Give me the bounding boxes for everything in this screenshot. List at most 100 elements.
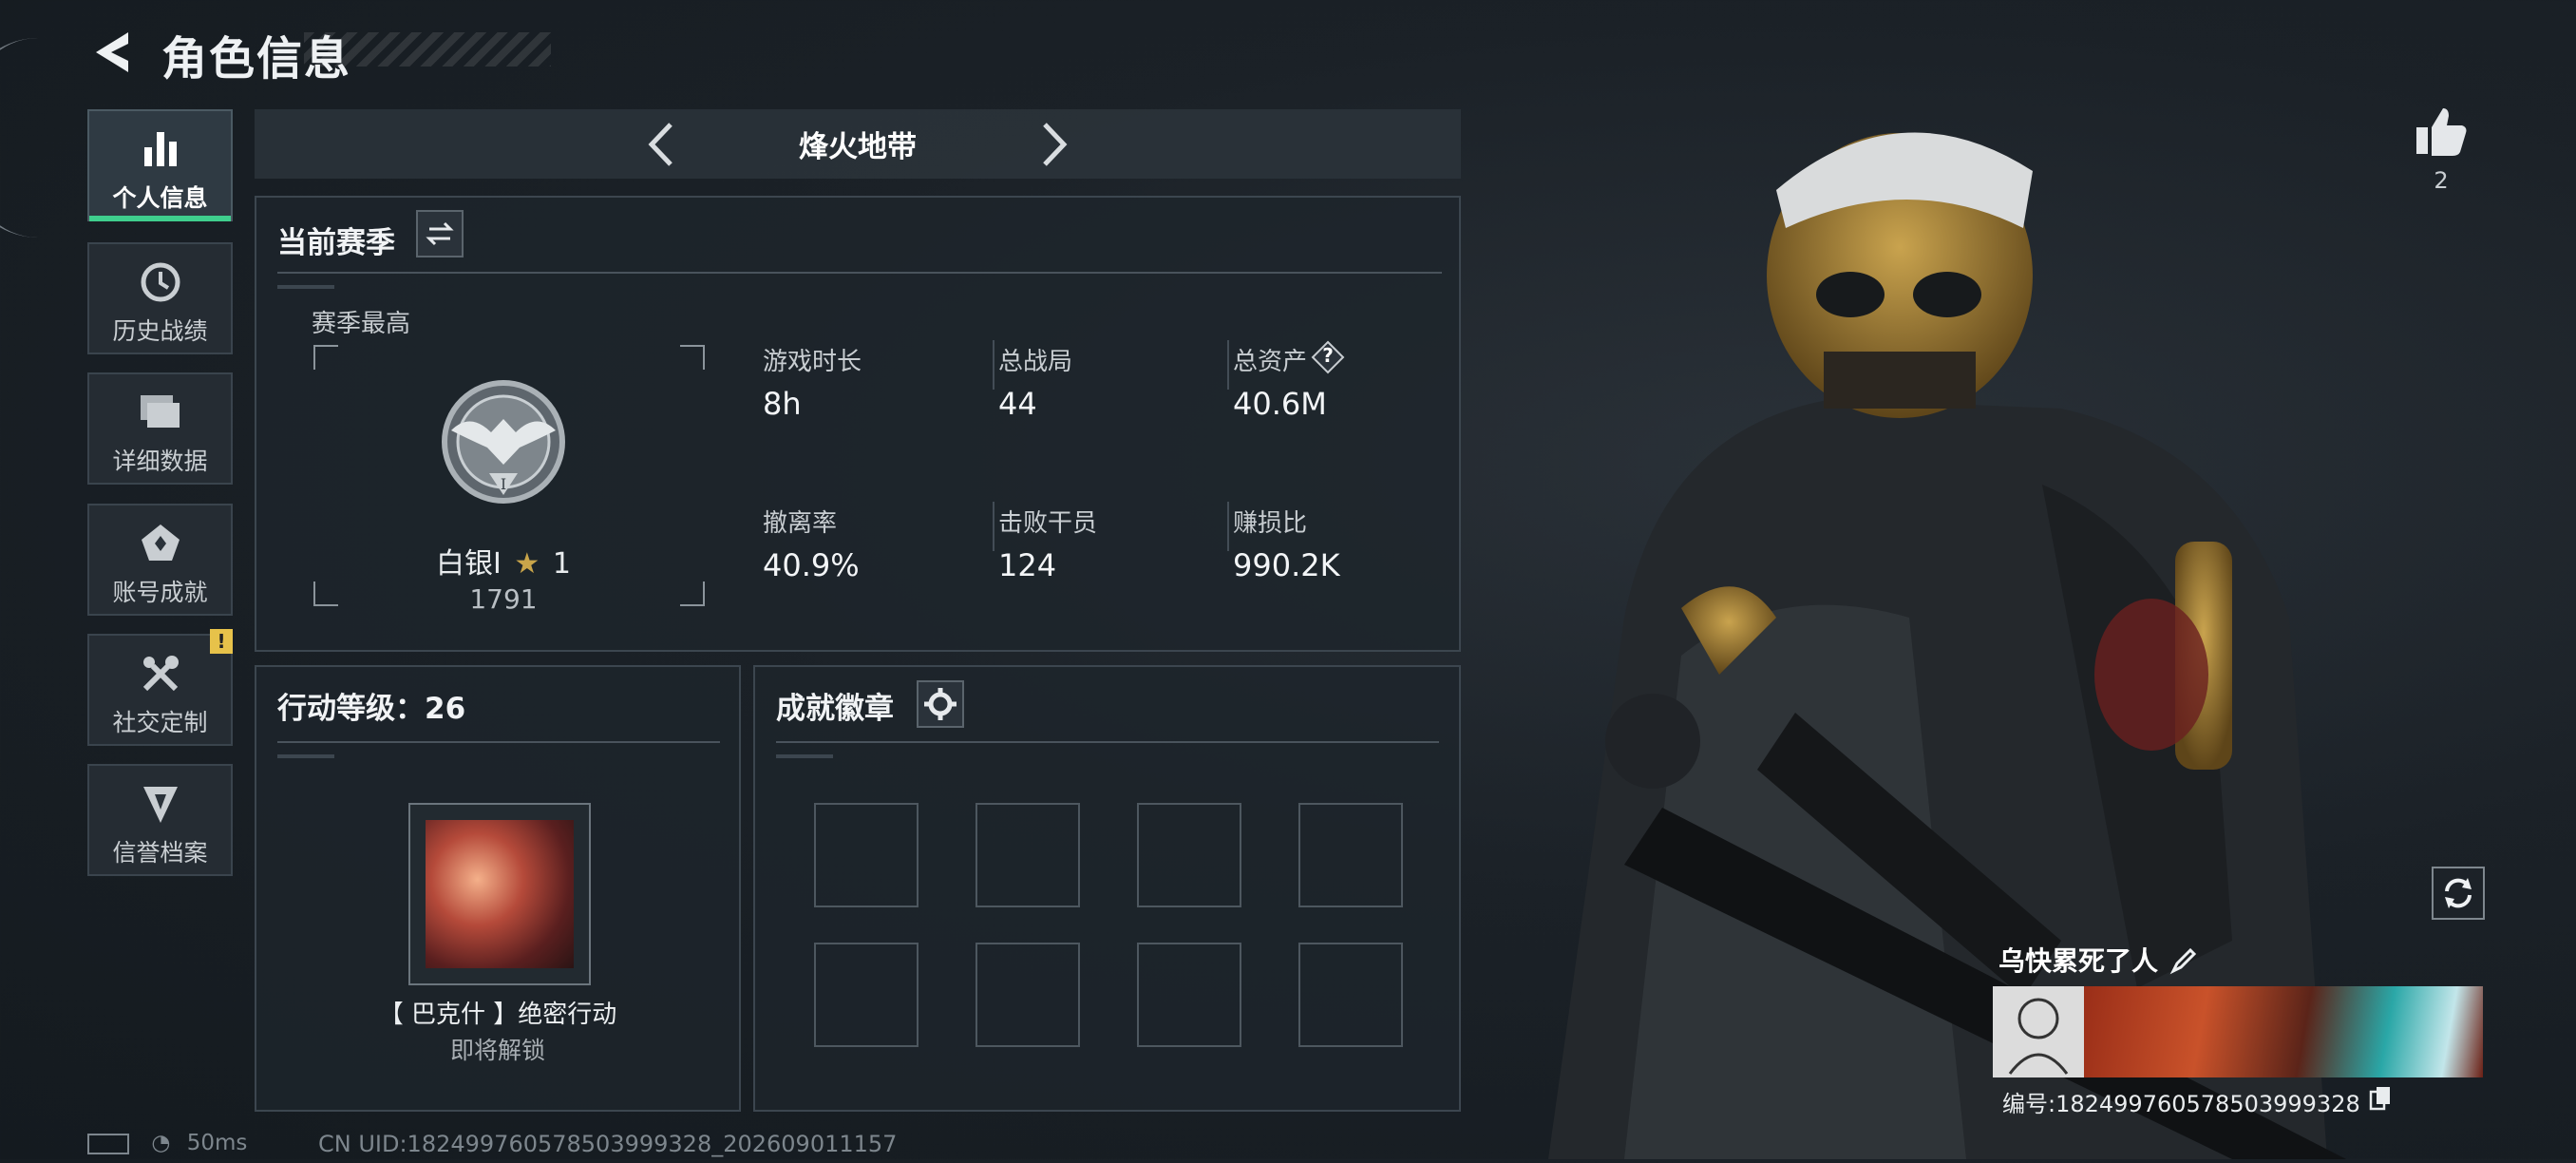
badge-settings-button[interactable]	[917, 680, 964, 728]
action-level-title: 行动等级：26	[277, 692, 466, 726]
uid-line: CN UID:1824997605785039993​28_2026090111…	[318, 1131, 898, 1157]
divider	[776, 754, 833, 758]
rank-stars: 1	[552, 547, 571, 581]
card-banner-art	[2084, 986, 2483, 1077]
stat-label-profit-ratio: 赚损比	[1233, 509, 1308, 538]
stat-value-assets: 40.6M	[1233, 386, 1327, 422]
achievement-badges-panel: 成就徽章	[753, 665, 1461, 1112]
swap-season-button[interactable]	[416, 210, 464, 257]
refresh-button[interactable]	[2432, 867, 2485, 920]
stat-label-matches: 总战局	[998, 348, 1073, 376]
divider	[277, 272, 1442, 274]
copy-id-button[interactable]	[2369, 1086, 2392, 1111]
avatar	[1993, 986, 2084, 1077]
stat-value-kills: 124	[998, 547, 1057, 583]
edge-arc-decoration	[0, 38, 63, 238]
folder-icon	[89, 391, 231, 437]
achievement-icon	[89, 523, 231, 568]
sidebar-item-credit[interactable]: 信誉档案	[87, 764, 233, 876]
rank-name: 白银I ★ 1	[370, 540, 636, 582]
stat-value-profit-ratio: 990.2K	[1233, 547, 1340, 583]
sidebar-item-label: 个人信息	[112, 184, 208, 212]
badge-slot[interactable]	[975, 803, 1080, 907]
stat-separator	[993, 340, 994, 390]
battery-icon	[87, 1133, 129, 1154]
back-button[interactable]	[90, 29, 138, 76]
divider	[776, 741, 1439, 743]
stat-separator	[1227, 502, 1229, 551]
swap-icon	[426, 221, 454, 246]
stat-label-extract-rate: 撤离率	[763, 509, 838, 538]
divider	[277, 754, 334, 758]
mode-label: 烽火地带	[799, 130, 917, 164]
sidebar-item-history[interactable]: 历史战绩	[87, 242, 233, 354]
stat-separator	[993, 502, 994, 551]
gear-icon	[924, 688, 957, 720]
operation-name: 【 巴克什 】绝密行动	[378, 1001, 617, 1029]
stat-separator	[1227, 340, 1229, 390]
badge-slot[interactable]	[1137, 943, 1241, 1047]
like-count: 2	[2434, 167, 2449, 194]
divider	[277, 285, 334, 289]
badge-slot[interactable]	[814, 803, 919, 907]
badge-slot[interactable]	[975, 943, 1080, 1047]
sidebar-item-details[interactable]: 详细数据	[87, 372, 233, 485]
badge-slot[interactable]	[814, 943, 919, 1047]
stat-label-kills: 击败干员	[998, 509, 1098, 538]
stat-value-extract-rate: 40.9%	[763, 547, 860, 583]
bar-chart-icon	[89, 128, 231, 174]
refresh-icon	[2445, 878, 2472, 908]
frame-corner	[313, 345, 338, 370]
frame-corner	[680, 582, 705, 606]
tools-icon	[89, 653, 231, 698]
frame-corner	[680, 345, 705, 370]
sidebar-item-label: 信誉档案	[112, 839, 208, 867]
credit-icon	[89, 783, 231, 829]
page-title: 角色信息	[161, 32, 352, 86]
season-best-label: 赛季最高	[312, 310, 411, 338]
copy-icon	[2369, 1087, 2390, 1111]
help-icon[interactable]: ?	[1311, 340, 1345, 374]
rank-score: 1791	[469, 583, 538, 615]
chevron-right-icon	[1043, 123, 1068, 166]
frame-corner	[313, 582, 338, 606]
thumbs-up-icon	[2416, 108, 2467, 156]
sidebar-item-label: 社交定制	[112, 709, 208, 736]
operation-status: 即将解锁	[449, 1037, 545, 1064]
back-arrow-icon	[96, 32, 128, 72]
badges-title: 成就徽章	[776, 692, 894, 726]
latency-value: 50ms	[186, 1131, 248, 1155]
season-panel: 当前赛季 赛季最高 I 白银I ★ 1 1791 游戏时长 8h 总战局 44 …	[255, 196, 1461, 652]
stat-label-playtime: 游戏时长	[763, 348, 862, 376]
svg-text:I: I	[501, 475, 506, 493]
season-title: 当前赛季	[277, 226, 395, 260]
player-name: 乌快累死了人	[1998, 945, 2159, 977]
player-card[interactable]	[1993, 986, 2483, 1077]
operation-thumbnail	[426, 820, 574, 968]
like-button[interactable]	[2413, 103, 2470, 160]
rank-emblem-icon: I	[432, 373, 575, 516]
divider	[277, 741, 720, 743]
next-mode-button[interactable]	[1035, 121, 1073, 168]
status-bar: ◔ 50ms	[87, 1131, 247, 1155]
mode-selector: 烽火地带	[255, 109, 1461, 179]
history-icon	[89, 261, 231, 307]
badge-slot[interactable]	[1137, 803, 1241, 907]
rank-tier: 白银I	[436, 547, 502, 581]
stat-value-matches: 44	[998, 386, 1037, 422]
sidebar-item-label: 历史战绩	[112, 317, 208, 345]
help-glyph: ?	[1322, 344, 1334, 367]
operation-card[interactable]	[408, 803, 591, 985]
sidebar-item-profile[interactable]: 个人信息	[87, 109, 233, 221]
sidebar-item-achievements[interactable]: 账号成就	[87, 504, 233, 616]
edit-name-button[interactable]	[2169, 946, 2198, 975]
stat-label-assets: 总资产	[1233, 348, 1308, 376]
player-id: 编号:182499760578503999328	[2002, 1091, 2360, 1117]
star-icon: ★	[514, 547, 540, 581]
notification-badge: !	[210, 629, 233, 654]
sidebar-item-label: 账号成就	[112, 579, 208, 606]
wifi-icon: ◔	[151, 1131, 171, 1155]
action-level-panel: 行动等级：26 【 巴克什 】绝密行动 即将解锁	[255, 665, 741, 1112]
pencil-icon	[2169, 947, 2197, 975]
sidebar-item-label: 详细数据	[112, 448, 208, 475]
